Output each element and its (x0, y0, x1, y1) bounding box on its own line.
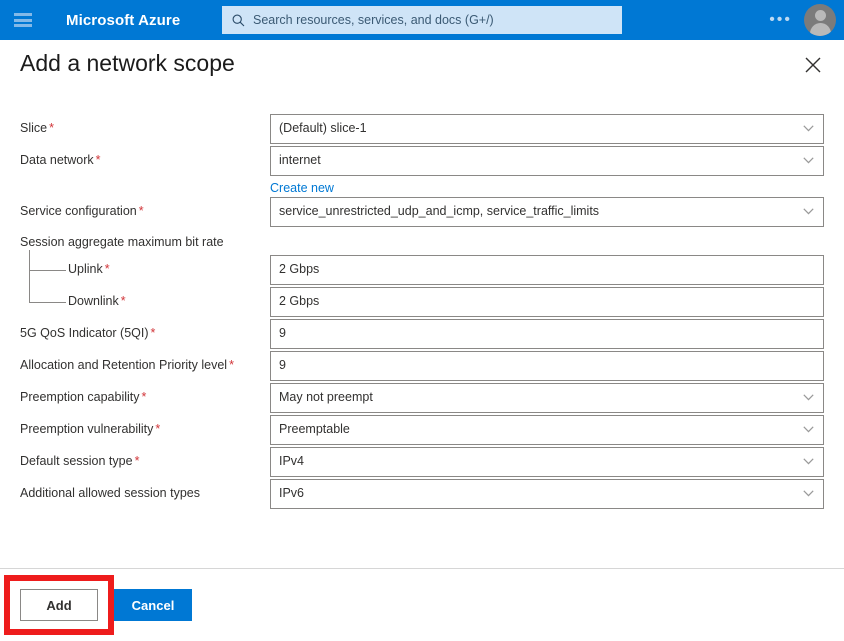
close-icon[interactable] (802, 54, 824, 76)
global-search-box[interactable]: Search resources, services, and docs (G+… (222, 6, 622, 34)
more-options-icon[interactable]: ••• (769, 13, 792, 27)
label-uplink: Uplink* (68, 262, 110, 276)
avatar-head (815, 10, 826, 21)
form-row-slice: Slice* (Default) slice-1 (0, 114, 844, 146)
cancel-button[interactable]: Cancel (114, 589, 192, 621)
hamburger-bar (14, 19, 32, 22)
required-marker: * (139, 204, 144, 218)
chevron-down-icon (803, 458, 814, 465)
chevron-down-icon (803, 394, 814, 401)
data-network-select[interactable]: internet (270, 146, 824, 176)
form-row-data-network: Data network* internet (0, 146, 844, 178)
label-slice: Slice* (20, 121, 54, 135)
form-row-additional-allowed-session-types: Additional allowed session types IPv6 (0, 479, 844, 511)
service-configuration-value: service_unrestricted_udp_and_icmp, servi… (279, 204, 599, 218)
avatar-body (810, 23, 831, 36)
required-marker: * (151, 326, 156, 340)
user-avatar[interactable] (804, 4, 836, 36)
form-row-5qi: 5G QoS Indicator (5QI)* 9 (0, 319, 844, 351)
chevron-down-icon (803, 208, 814, 215)
additional-allowed-session-types-value: IPv6 (279, 486, 304, 500)
preemption-vulnerability-select[interactable]: Preemptable (270, 415, 824, 445)
hamburger-bar (14, 24, 32, 27)
form-row-service-configuration: Service configuration* service_unrestric… (0, 197, 844, 229)
label-allocation-retention-priority: Allocation and Retention Priority level* (20, 358, 234, 372)
default-session-type-select[interactable]: IPv4 (270, 447, 824, 477)
label-service-configuration: Service configuration* (20, 204, 144, 218)
form-row-preemption-vulnerability: Preemption vulnerability* Preemptable (0, 415, 844, 447)
search-placeholder-text: Search resources, services, and docs (G+… (253, 13, 494, 27)
chevron-down-icon (803, 157, 814, 164)
required-marker: * (229, 358, 234, 372)
azure-top-bar: Microsoft Azure Search resources, servic… (0, 0, 844, 40)
required-marker: * (96, 153, 101, 167)
downlink-input[interactable]: 2 Gbps (270, 287, 824, 317)
footer-divider (0, 568, 844, 569)
search-icon (232, 14, 245, 27)
add-button[interactable]: Add (20, 589, 98, 621)
slice-value: (Default) slice-1 (279, 121, 367, 135)
arp-level-value: 9 (279, 358, 286, 372)
downlink-value: 2 Gbps (279, 294, 319, 308)
chevron-down-icon (803, 125, 814, 132)
required-marker: * (155, 422, 160, 436)
label-data-network: Data network* (20, 153, 101, 167)
hamburger-bar (14, 13, 32, 16)
uplink-input[interactable]: 2 Gbps (270, 255, 824, 285)
5qi-value: 9 (279, 326, 286, 340)
default-session-type-value: IPv4 (279, 454, 304, 468)
slice-select[interactable]: (Default) slice-1 (270, 114, 824, 144)
data-network-value: internet (279, 153, 321, 167)
form-row-arp-level: Allocation and Retention Priority level*… (0, 351, 844, 383)
label-additional-allowed-session-types: Additional allowed session types (20, 486, 200, 500)
required-marker: * (105, 262, 110, 276)
brand-title[interactable]: Microsoft Azure (66, 12, 180, 29)
hamburger-menu-icon[interactable] (14, 13, 32, 27)
required-marker: * (135, 454, 140, 468)
chevron-down-icon (803, 426, 814, 433)
additional-allowed-session-types-select[interactable]: IPv6 (270, 479, 824, 509)
label-session-aggregate-maximum-bit-rate: Session aggregate maximum bit rate (20, 235, 224, 249)
label-downlink: Downlink* (68, 294, 126, 308)
label-preemption-vulnerability: Preemption vulnerability* (20, 422, 160, 436)
uplink-value: 2 Gbps (279, 262, 319, 276)
arp-level-input[interactable]: 9 (270, 351, 824, 381)
required-marker: * (121, 294, 126, 308)
form-row-downlink: Downlink* 2 Gbps (0, 287, 844, 319)
chevron-down-icon (803, 490, 814, 497)
form-row-preemption-capability: Preemption capability* May not preempt (0, 383, 844, 415)
required-marker: * (142, 390, 147, 404)
label-default-session-type: Default session type* (20, 454, 139, 468)
form-row-uplink: Uplink* 2 Gbps (0, 255, 844, 287)
preemption-capability-value: May not preempt (279, 390, 373, 404)
required-marker: * (49, 121, 54, 135)
form-row-default-session-type: Default session type* IPv4 (0, 447, 844, 479)
preemption-vulnerability-value: Preemptable (279, 422, 350, 436)
service-configuration-select[interactable]: service_unrestricted_udp_and_icmp, servi… (270, 197, 824, 227)
label-5g-qos-indicator: 5G QoS Indicator (5QI)* (20, 326, 155, 340)
preemption-capability-select[interactable]: May not preempt (270, 383, 824, 413)
label-preemption-capability: Preemption capability* (20, 390, 146, 404)
5qi-input[interactable]: 9 (270, 319, 824, 349)
create-new-link[interactable]: Create new (270, 181, 334, 195)
page-title: Add a network scope (20, 50, 235, 77)
